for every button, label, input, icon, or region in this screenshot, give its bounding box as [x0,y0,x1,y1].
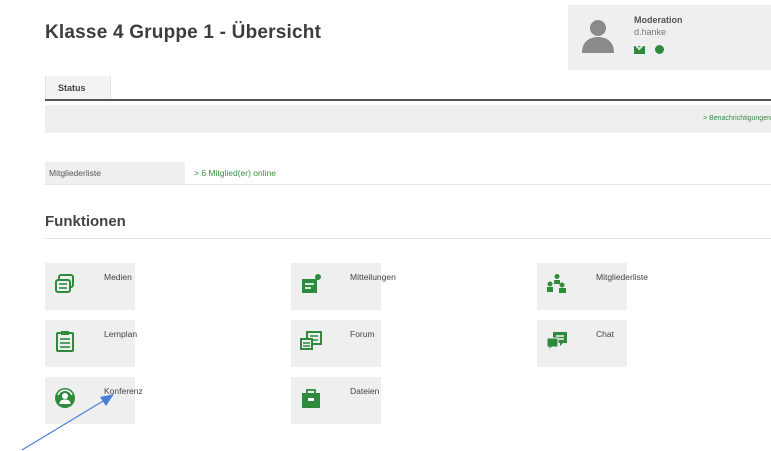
messages-icon [302,274,321,293]
members-online-link[interactable]: > 6 Mitglied(er) online [194,168,276,178]
function-label: Forum [350,329,375,339]
function-label: Mitgliederliste [596,272,648,282]
tab-status[interactable]: Status [45,76,111,100]
function-dateien[interactable]: Dateien [291,377,381,424]
user-avatar-icon [582,20,614,53]
function-chat[interactable]: Chat [537,320,627,367]
divider [45,238,771,239]
moderator-username[interactable]: d.hanke [634,27,666,37]
members-label: Mitgliederliste [45,162,185,184]
function-label: Chat [596,329,614,339]
files-icon [302,389,320,408]
page-title: Klasse 4 Gruppe 1 - Übersicht [45,22,322,43]
function-medien[interactable]: Medien [45,263,135,310]
conference-icon [55,388,75,408]
function-forum[interactable]: Forum [291,320,381,367]
function-mitteilungen[interactable]: Mitteilungen [291,263,396,310]
notifications-link[interactable]: > Benachrichtigungen [703,115,771,122]
function-label: Konferenz [104,386,143,396]
function-konferenz[interactable]: Konferenz [45,377,143,424]
function-label: Mitteilungen [350,272,396,282]
moderation-label: Moderation [634,15,683,25]
function-mitgliederliste[interactable]: Mitgliederliste [537,263,648,310]
moderation-box: Moderation d.hanke [568,5,771,70]
function-label: Lernplan [104,329,138,339]
media-icon [55,274,74,293]
members-row: Mitgliederliste > 6 Mitglied(er) online [45,162,771,185]
section-title: Funktionen [45,213,126,230]
notification-bar: > Benachrichtigungen [45,105,771,133]
member-list-icon [547,274,566,293]
envelope-icon[interactable] [634,45,645,54]
function-lernplan[interactable]: Lernplan [45,320,138,367]
forum-icon [300,331,322,350]
moderator-actions [634,41,665,59]
function-label: Medien [104,272,132,282]
chat-icon [546,332,567,352]
divider [45,184,771,185]
tab-underline [45,99,771,101]
learning-plan-icon [56,331,74,352]
function-label: Dateien [350,386,380,396]
online-status-icon [655,45,665,55]
